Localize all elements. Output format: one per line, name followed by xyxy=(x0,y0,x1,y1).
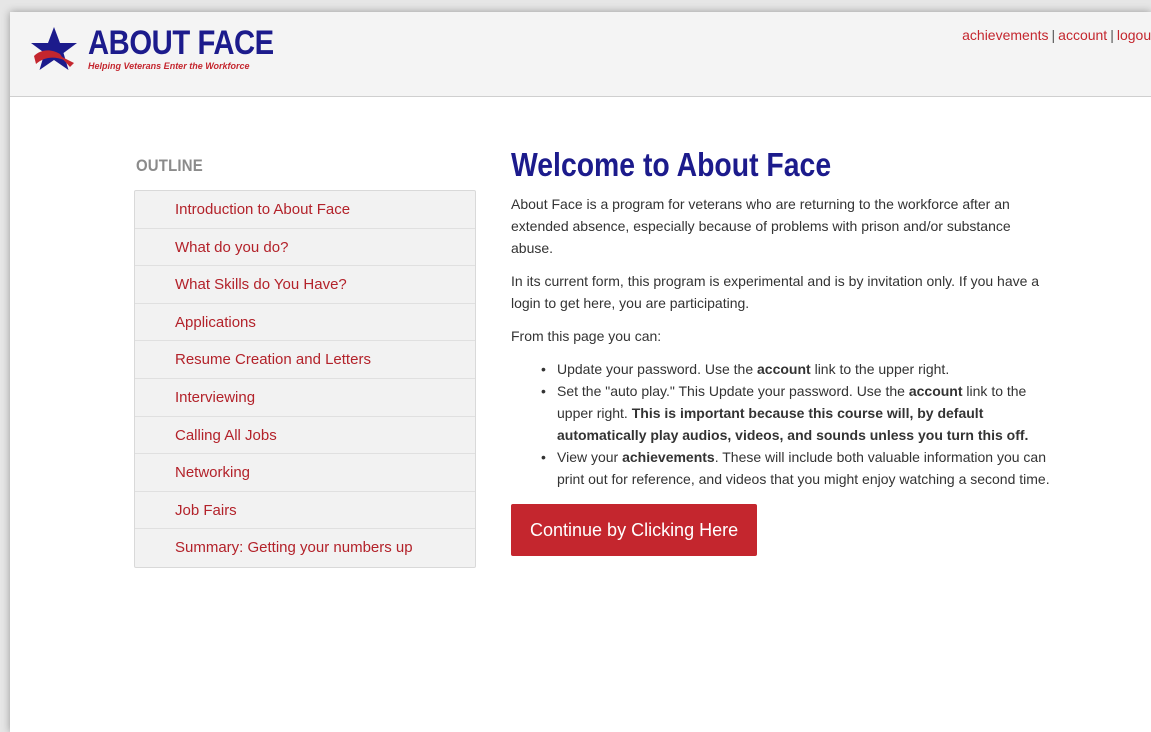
logout-link[interactable]: logout xyxy=(1117,27,1151,43)
achievements-link[interactable]: achievements xyxy=(962,27,1048,43)
list-item: View your achievements. These will inclu… xyxy=(511,446,1051,490)
outline-item-summary[interactable]: Summary: Getting your numbers up xyxy=(135,529,475,567)
bullet-text: Update your password. Use the xyxy=(557,361,757,377)
options-intro-paragraph: From this page you can: xyxy=(511,328,662,344)
account-link[interactable]: account xyxy=(1058,27,1107,43)
page-frame: ABOUT FACE Helping Veterans Enter the Wo… xyxy=(10,12,1151,732)
outline-item-job-fairs[interactable]: Job Fairs xyxy=(135,492,475,530)
intro-paragraph: About Face is a program for veterans who… xyxy=(511,196,1011,256)
bullet-bold: achievements xyxy=(622,449,715,465)
bullet-bold: account xyxy=(757,361,811,377)
page-title: Welcome to About Face xyxy=(511,146,832,183)
logo-tagline: Helping Veterans Enter the Workforce xyxy=(88,61,250,71)
user-nav: achievements|account|logout xyxy=(962,27,1151,43)
bullet-text: View your xyxy=(557,449,623,465)
outline-item-introduction[interactable]: Introduction to About Face xyxy=(135,191,475,229)
nav-separator: | xyxy=(1110,27,1114,43)
outline-title: OUTLINE xyxy=(136,156,203,175)
continue-button[interactable]: Continue by Clicking Here xyxy=(511,504,758,556)
logo-text: ABOUT FACE Helping Veterans Enter the Wo… xyxy=(88,26,304,71)
nav-separator: | xyxy=(1051,27,1056,43)
bullet-text: link to the upper right. xyxy=(810,361,950,377)
outline-item-skills[interactable]: What Skills do You Have? xyxy=(135,266,475,304)
main-content: Welcome to About Face About Face is a pr… xyxy=(511,145,1051,556)
star-logo-icon xyxy=(31,27,77,70)
outline-item-calling-all-jobs[interactable]: Calling All Jobs xyxy=(135,417,475,455)
outline-item-applications[interactable]: Applications xyxy=(135,304,475,342)
logo-title: ABOUT FACE xyxy=(88,24,274,62)
outline-sidebar: OUTLINE Introduction to About Face What … xyxy=(134,156,476,568)
list-item: Update your password. Use the account li… xyxy=(511,358,1051,380)
options-list: Update your password. Use the account li… xyxy=(511,358,1051,490)
outline-item-networking[interactable]: Networking xyxy=(135,454,475,492)
outline-list: Introduction to About Face What do you d… xyxy=(134,190,476,568)
site-logo[interactable]: ABOUT FACE Helping Veterans Enter the Wo… xyxy=(30,26,304,72)
outline-item-resume[interactable]: Resume Creation and Letters xyxy=(135,341,475,379)
bullet-bold: account xyxy=(908,383,963,399)
site-header: ABOUT FACE Helping Veterans Enter the Wo… xyxy=(10,12,1151,97)
outline-item-interviewing[interactable]: Interviewing xyxy=(135,379,475,417)
outline-item-what-do-you-do[interactable]: What do you do? xyxy=(135,229,475,267)
bullet-text: Set the "auto play." This Update your pa… xyxy=(557,383,909,399)
list-item: Set the "auto play." This Update your pa… xyxy=(511,380,1051,446)
program-status-paragraph: In its current form, this program is exp… xyxy=(511,273,1040,311)
